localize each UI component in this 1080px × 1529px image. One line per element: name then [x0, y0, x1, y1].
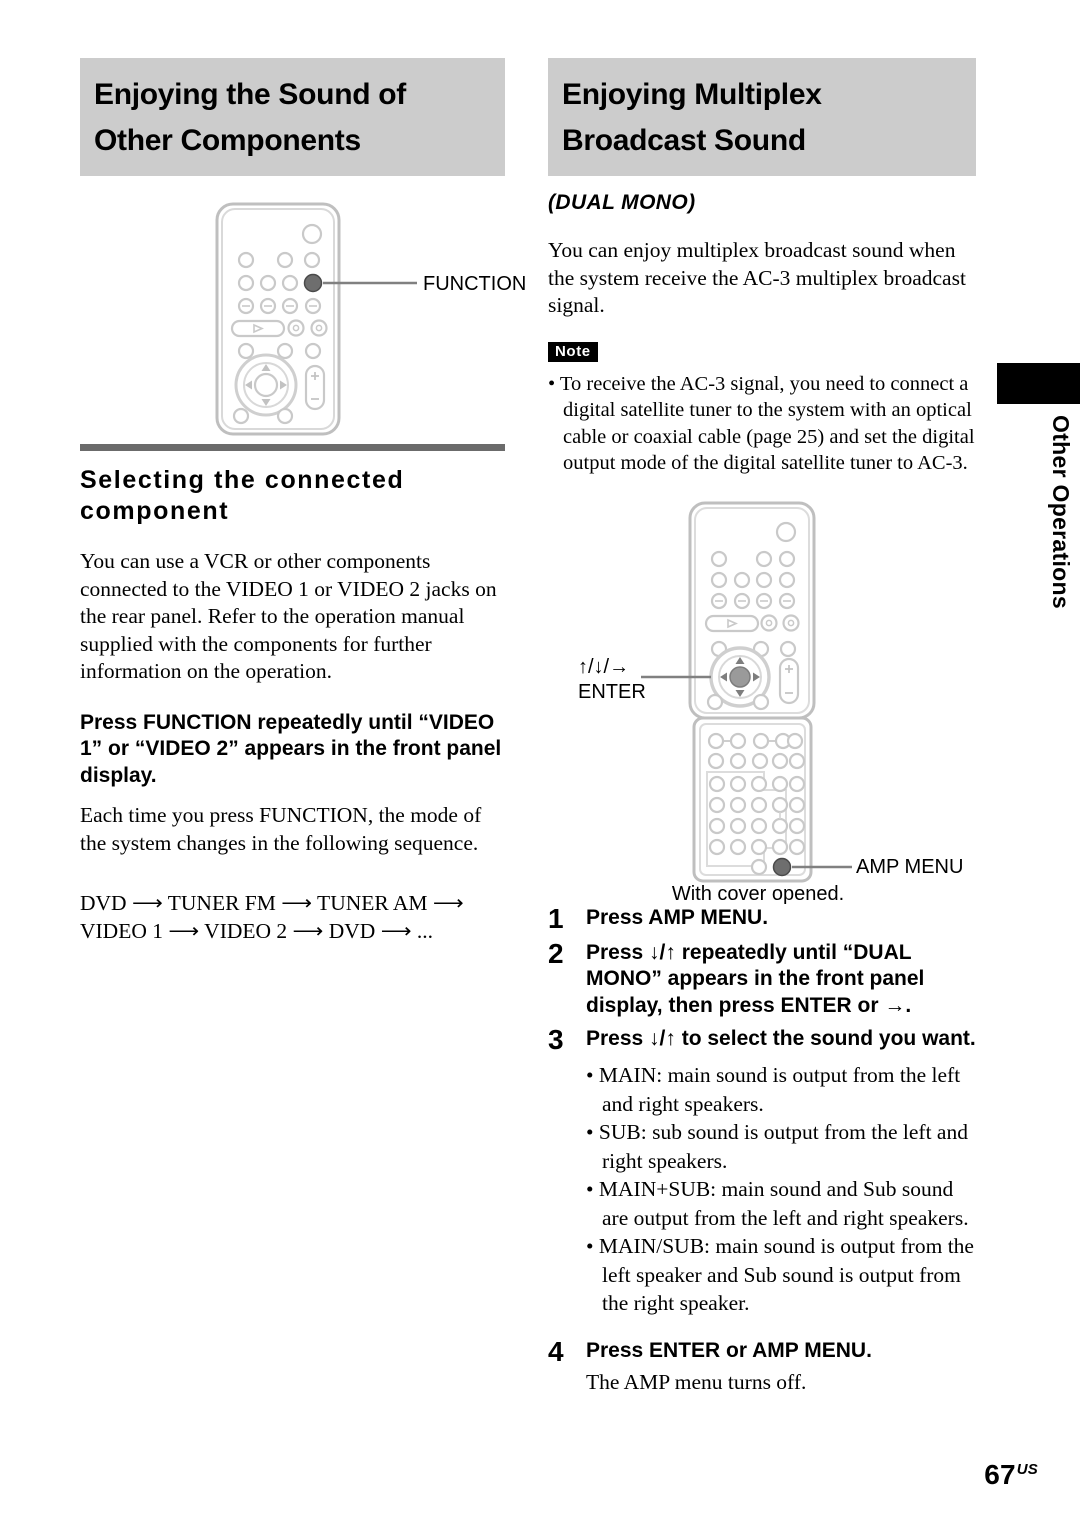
step-4-number: 4: [548, 1335, 564, 1367]
step-1: 1 Press AMP MENU.: [548, 902, 976, 934]
sound-option-sub: • SUB: sub sound is output from the left…: [586, 1120, 968, 1173]
page-number: 67: [984, 1459, 1016, 1490]
step-2-text: Press ↓/↑ repeatedly until “DUAL MONO” a…: [586, 940, 925, 1017]
left-section-title-line1: Enjoying the Sound of: [94, 78, 406, 111]
dual-mono-steps: 1 Press AMP MENU. 2 Press ↓/↑ repeatedly…: [548, 902, 976, 1397]
left-column: Enjoying the Sound of Other Components F…: [80, 58, 526, 945]
step-4-body: Press ENTER or AMP MENU. The AMP menu tu…: [586, 1338, 976, 1397]
function-instruction-body: Each time you press FUNCTION, the mode o…: [80, 803, 482, 855]
step-3-number: 3: [548, 1024, 564, 1055]
side-tab-label: Other Operations: [1048, 415, 1074, 609]
left-section-title-line2: Other Components: [94, 124, 361, 157]
right-column: Enjoying Multiplex Broadcast Sound (DUAL…: [548, 58, 976, 1404]
right-section-title-line1: Enjoying Multiplex: [562, 78, 822, 111]
step-4: 4 Press ENTER or AMP MENU. The AMP menu …: [548, 1335, 976, 1397]
subsection-title: Selecting the connected component: [80, 465, 505, 527]
left-section-header: Enjoying the Sound of Other Components: [80, 58, 505, 176]
subsection-title-line1: Selecting the connected: [80, 466, 405, 494]
step-1-text: Press AMP MENU.: [586, 905, 769, 929]
sound-option-main: • MAIN: main sound is output from the le…: [586, 1063, 961, 1116]
amp-menu-callout-label: AMP MENU: [856, 855, 964, 878]
function-sequence-line2: VIDEO 1 ⟶ VIDEO 2 ⟶ DVD ⟶ ...: [80, 918, 434, 943]
remote-control-function-illustration: [215, 202, 417, 436]
note-item-list: • To receive the AC-3 signal, you need t…: [548, 371, 976, 477]
note-badge: Note: [548, 341, 598, 362]
enter-callout-label: ↑/↓/→ ENTER: [578, 655, 646, 705]
step-4-text: Press ENTER or AMP MENU.: [586, 1338, 872, 1362]
step-2-number: 2: [548, 937, 564, 969]
manual-page: Enjoying the Sound of Other Components F…: [0, 0, 1080, 1529]
function-sequence: DVD ⟶ TUNER FM ⟶ TUNER AM ⟶ VIDEO 1 ⟶ VI…: [80, 890, 505, 945]
figure-remote-cover-opened: ↑/↓/→ ENTER AMP MENU With cover opened.: [548, 497, 976, 905]
page-region-suffix: US: [1016, 1461, 1038, 1478]
enter-button-highlight: [729, 665, 751, 688]
right-intro-paragraph: You can enjoy multiplex broadcast sound …: [548, 238, 966, 317]
right-section-title-line2: Broadcast Sound: [562, 124, 806, 157]
step-1-number: 1: [548, 902, 564, 934]
sound-option-list: • MAIN: main sound is output from the le…: [586, 1061, 976, 1318]
remote-figure-caption: With cover opened.: [671, 882, 845, 905]
amp-menu-button-highlight: [772, 857, 792, 876]
note-item: • To receive the AC-3 signal, you need t…: [548, 372, 975, 475]
left-intro-paragraph: You can use a VCR or other components co…: [80, 549, 497, 683]
sound-option-main-plus-sub: • MAIN+SUB: main sound and Sub sound are…: [586, 1177, 969, 1230]
side-tab-marker: [997, 363, 1080, 404]
step-3-text: Press ↓/↑ to select the sound you want.: [586, 1027, 976, 1050]
step-2: 2 Press ↓/↑ repeatedly until “DUAL MONO”…: [548, 937, 976, 1020]
page-footer: 67US: [984, 1459, 1038, 1491]
function-instruction-bold: Press FUNCTION repeatedly until “VIDEO 1…: [80, 710, 502, 787]
step-4-subtext: The AMP menu turns off.: [586, 1370, 807, 1394]
function-button-highlight: [303, 273, 323, 293]
function-callout-label: FUNCTION: [423, 273, 527, 295]
note-block: Note • To receive the AC-3 signal, you n…: [548, 341, 976, 477]
sound-option-main-slash-sub: • MAIN/SUB: main sound is output from th…: [586, 1234, 974, 1315]
enter-callout-label-line2: ENTER: [578, 680, 646, 703]
figure-remote-function: FUNCTION: [80, 198, 526, 436]
enter-callout-label-line1: ↑/↓/→: [578, 655, 630, 678]
subsection-title-line2: component: [80, 497, 230, 525]
step-3: 3 Press ↓/↑ to select the sound you want…: [548, 1026, 976, 1054]
function-sequence-line1: DVD ⟶ TUNER FM ⟶ TUNER AM ⟶: [80, 891, 464, 915]
dual-mono-subtitle: (DUAL MONO): [548, 191, 696, 214]
right-section-header: Enjoying Multiplex Broadcast Sound: [548, 58, 976, 176]
subsection-divider: [80, 444, 505, 451]
